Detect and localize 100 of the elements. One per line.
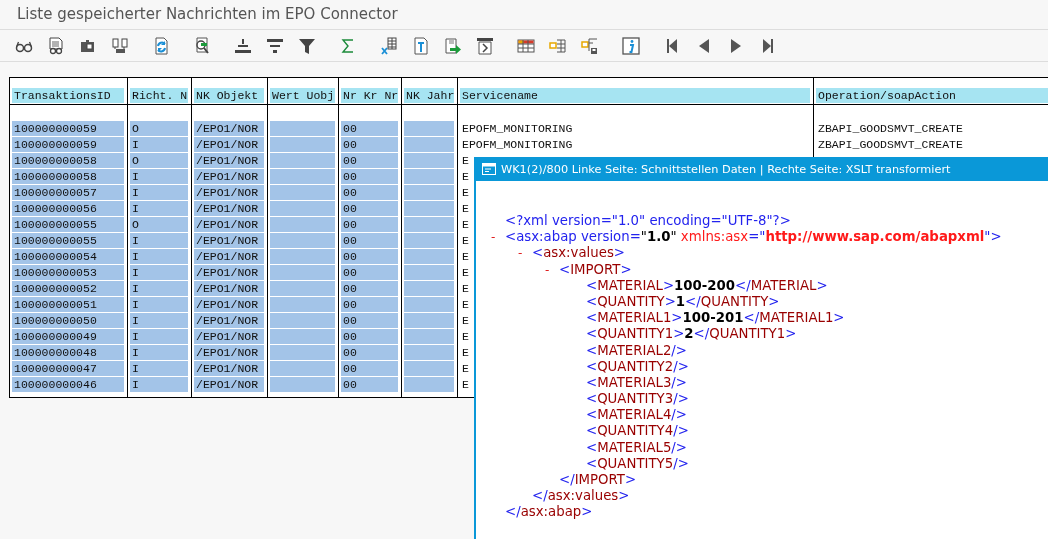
xml-line: <MATERIAL5/> <box>586 439 687 456</box>
table-cell: 00 <box>341 329 398 344</box>
table-cell: /EPO1/NOR <box>194 185 264 200</box>
xml-line: </IMPORT> <box>559 472 637 489</box>
table-cell: I <box>130 233 188 248</box>
table-cell: 00 <box>341 153 398 168</box>
text-document-icon <box>411 35 431 56</box>
text-document-button[interactable] <box>411 35 431 56</box>
table-cell-text: ZBAPI_GOODSMVT_CREATE <box>817 137 963 152</box>
table-cell-text: E <box>461 313 469 328</box>
table-cell-text: EPOFM_MONITORING <box>461 121 573 136</box>
column-header[interactable]: Servicename <box>460 88 810 103</box>
column-header[interactable]: Richt. N <box>130 88 188 103</box>
table-cell: O <box>130 217 188 232</box>
table-cell: 00 <box>341 121 398 136</box>
info-button[interactable] <box>621 35 641 56</box>
table-cell: 100000000054 <box>12 249 124 264</box>
table-cell: 100000000059 <box>12 121 124 136</box>
collapse-toggle[interactable]: - <box>545 262 550 277</box>
export-button[interactable] <box>443 35 463 56</box>
table-cell: I <box>130 345 188 360</box>
table-cell: I <box>130 185 188 200</box>
table-cell: I <box>130 137 188 152</box>
xml-line: <QUANTITY5/> <box>586 455 689 472</box>
table-cell-text: E <box>461 249 469 264</box>
table-cell: I <box>130 201 188 216</box>
table-cell-text: EPOFM_MONITORING <box>461 137 573 152</box>
layout-save-button[interactable] <box>580 35 600 56</box>
table-cell: I <box>130 297 188 312</box>
xml-line: </asx:values> <box>532 488 630 505</box>
table-cell: /EPO1/NOR <box>194 329 264 344</box>
table-cell: /EPO1/NOR <box>194 313 264 328</box>
table-cell: /EPO1/NOR <box>194 281 264 296</box>
table-cell: I <box>130 361 188 376</box>
table-cell: /EPO1/NOR <box>194 297 264 312</box>
table-cell: I <box>130 281 188 296</box>
xml-line: <MATERIAL>100-200</MATERIAL> <box>586 277 828 294</box>
table-cell-text: E <box>461 153 469 168</box>
xml-line: <MATERIAL1>100-201</MATERIAL1> <box>586 310 845 327</box>
table-cell: 00 <box>341 249 398 264</box>
table-cell-text: E <box>461 361 469 376</box>
table-cell: I <box>130 169 188 184</box>
table-cell: /EPO1/NOR <box>194 265 264 280</box>
spreadsheet-button[interactable] <box>379 35 399 56</box>
print-layout-icon <box>475 35 495 56</box>
table-cell: /EPO1/NOR <box>194 377 264 392</box>
table-cell: 00 <box>341 185 398 200</box>
dialog-title: WK1(2)/800 Linke Seite: Schnittstellen Daten | Rechte Seite: XSLT transformiert <box>501 162 951 176</box>
info-icon <box>621 35 641 56</box>
collapse-toggle[interactable]: - <box>491 230 496 245</box>
table-cell-text: E <box>461 329 469 344</box>
xml-line: <QUANTITY4/> <box>586 423 689 440</box>
table-cell: 100000000047 <box>12 361 124 376</box>
table-cell: 100000000049 <box>12 329 124 344</box>
table-cell: I <box>130 377 188 392</box>
column-header[interactable]: TransaktionsID <box>12 88 124 103</box>
print-layout-button[interactable] <box>475 35 495 56</box>
table-cell-text: ZBAPI_GOODSMVT_CREATE <box>817 121 963 136</box>
column-header[interactable]: Wert Uobj <box>270 88 335 103</box>
table-cell-text: E <box>461 265 469 280</box>
table-cell: 100000000058 <box>12 153 124 168</box>
table-cell: /EPO1/NOR <box>194 137 264 152</box>
table-cell: 100000000059 <box>12 137 124 152</box>
table-cell: 00 <box>341 377 398 392</box>
table-cell: 00 <box>341 265 398 280</box>
column-header[interactable]: NK Jahr <box>404 88 454 103</box>
column-header[interactable]: NK Objekt <box>194 88 264 103</box>
table-cell-text: E <box>461 297 469 312</box>
table-cell: 100000000048 <box>12 345 124 360</box>
table-cell: /EPO1/NOR <box>194 201 264 216</box>
xml-line: <QUANTITY3/> <box>586 391 689 408</box>
table-cell: 00 <box>341 361 398 376</box>
table-cell: O <box>130 153 188 168</box>
table-cell: 00 <box>341 281 398 296</box>
table-cell: 100000000051 <box>12 297 124 312</box>
table-cell: 00 <box>341 217 398 232</box>
collapse-toggle[interactable]: - <box>518 246 523 261</box>
table-cell: I <box>130 265 188 280</box>
table-cell-text: E <box>461 281 469 296</box>
table-cell: 100000000052 <box>12 281 124 296</box>
xml-line: <QUANTITY2/> <box>586 358 689 375</box>
table-cell-text: E <box>461 233 469 248</box>
table-cell: 100000000055 <box>12 217 124 232</box>
column-header[interactable]: Operation/soapAction <box>816 88 1048 103</box>
table-cell: 100000000050 <box>12 313 124 328</box>
column-header[interactable]: Nr Kr Nr <box>341 88 398 103</box>
table-cell: 00 <box>341 137 398 152</box>
table-cell: /EPO1/NOR <box>194 121 264 136</box>
table-cell: /EPO1/NOR <box>194 345 264 360</box>
table-cell: 100000000055 <box>12 233 124 248</box>
document-glasses-button[interactable] <box>46 35 66 56</box>
table-cell: /EPO1/NOR <box>194 169 264 184</box>
table-cell: 00 <box>341 297 398 312</box>
table-cell-text: E <box>461 377 469 392</box>
export-icon <box>443 35 463 56</box>
xml-line: </asx:abap> <box>505 504 593 521</box>
xml-line: <MATERIAL4/> <box>586 407 687 424</box>
table-cell: 100000000057 <box>12 185 124 200</box>
xml-line: <?xml version="1.0" encoding="UTF-8"?> <box>505 213 791 230</box>
table-cell: 00 <box>341 313 398 328</box>
